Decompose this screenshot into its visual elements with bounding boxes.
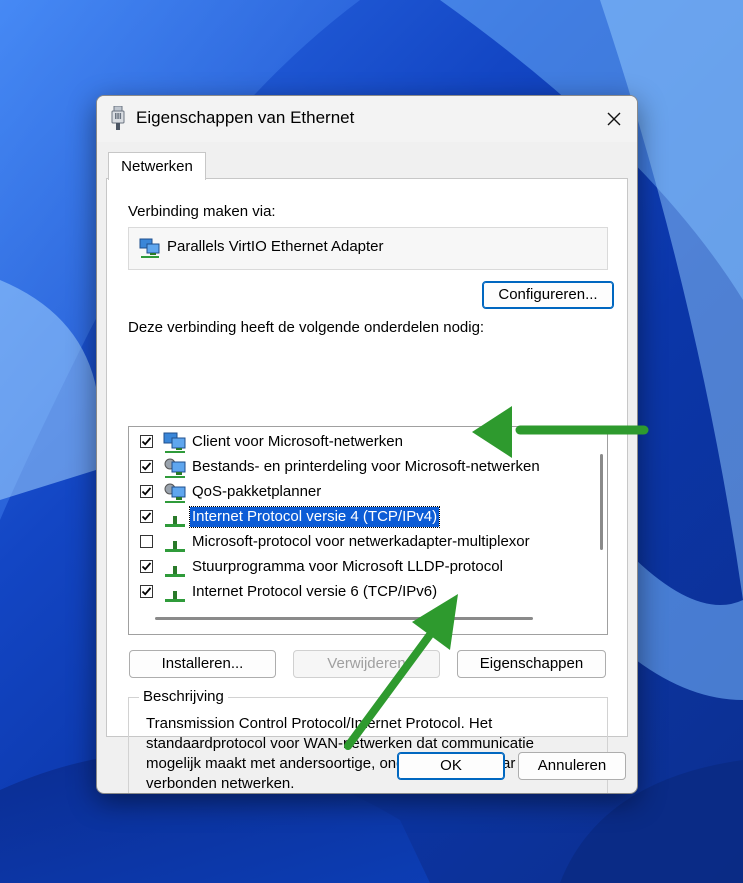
list-item-label: Client voor Microsoft-netwerken bbox=[192, 433, 403, 450]
checkbox[interactable] bbox=[140, 435, 153, 448]
close-icon bbox=[607, 112, 621, 126]
checkbox[interactable] bbox=[140, 510, 153, 523]
protocol-icon bbox=[165, 591, 185, 602]
network-service-icon bbox=[164, 458, 186, 478]
network-service-icon bbox=[164, 483, 186, 503]
list-item-label: Internet Protocol versie 4 (TCP/IPv4) bbox=[188, 506, 441, 528]
ok-button[interactable]: OK bbox=[397, 752, 505, 780]
vertical-scrollbar[interactable] bbox=[600, 454, 603, 550]
checkbox[interactable] bbox=[140, 535, 153, 548]
checkbox[interactable] bbox=[140, 560, 153, 573]
networking-panel: Verbinding maken via: Parallels VirtIO E… bbox=[106, 178, 628, 793]
install-button[interactable]: Installeren... bbox=[129, 650, 276, 678]
cancel-button[interactable]: Annuleren bbox=[518, 752, 626, 780]
list-item[interactable]: Bestands- en printerdeling voor Microsof… bbox=[129, 455, 589, 480]
list-item[interactable]: Client voor Microsoft-netwerken bbox=[129, 430, 589, 455]
components-list[interactable]: Client voor Microsoft-netwerken Bestands… bbox=[128, 426, 608, 635]
checkbox[interactable] bbox=[140, 585, 153, 598]
checkbox[interactable] bbox=[140, 485, 153, 498]
ethernet-properties-dialog: Eigenschappen van Ethernet Netwerken Ver… bbox=[96, 95, 638, 794]
list-item[interactable]: QoS-pakketplanner bbox=[129, 480, 589, 505]
connect-via-label: Verbinding maken via: bbox=[128, 203, 276, 220]
checkmark-icon bbox=[141, 562, 152, 571]
tab-netwerken[interactable]: Netwerken bbox=[108, 152, 206, 180]
checkmark-icon bbox=[141, 512, 152, 521]
list-item[interactable]: Microsoft-protocol voor netwerkadapter-m… bbox=[129, 530, 589, 555]
protocol-icon bbox=[165, 541, 185, 552]
network-adapter-icon bbox=[139, 238, 160, 258]
close-button[interactable] bbox=[591, 96, 637, 142]
title-bar: Eigenschappen van Ethernet bbox=[97, 96, 637, 142]
checkmark-icon bbox=[141, 487, 152, 496]
list-item-label: Microsoft-protocol voor netwerkadapter-m… bbox=[192, 533, 530, 550]
ethernet-plug-icon bbox=[111, 106, 125, 130]
list-item-label: QoS-pakketplanner bbox=[192, 483, 322, 500]
list-item[interactable]: Internet Protocol versie 6 (TCP/IPv6) bbox=[129, 580, 589, 605]
checkmark-icon bbox=[141, 462, 152, 471]
description-legend: Beschrijving bbox=[139, 688, 228, 705]
list-item-label: Bestands- en printerdeling voor Microsof… bbox=[192, 458, 540, 475]
protocol-icon bbox=[165, 566, 185, 577]
checkbox[interactable] bbox=[140, 460, 153, 473]
configure-button[interactable]: Configureren... bbox=[482, 281, 614, 309]
list-item-label: Stuurprogramma voor Microsoft LLDP-proto… bbox=[192, 558, 503, 575]
properties-button[interactable]: Eigenschappen bbox=[457, 650, 606, 678]
protocol-icon bbox=[165, 516, 185, 527]
list-item[interactable]: Stuurprogramma voor Microsoft LLDP-proto… bbox=[129, 555, 589, 580]
list-item-selected[interactable]: Internet Protocol versie 4 (TCP/IPv4) bbox=[129, 505, 589, 530]
checkmark-icon bbox=[141, 437, 152, 446]
checkmark-icon bbox=[141, 587, 152, 596]
adapter-display: Parallels VirtIO Ethernet Adapter bbox=[128, 227, 608, 270]
adapter-name: Parallels VirtIO Ethernet Adapter bbox=[167, 238, 384, 255]
components-label: Deze verbinding heeft de volgende onderd… bbox=[128, 319, 485, 336]
list-item-label: Internet Protocol versie 6 (TCP/IPv6) bbox=[192, 583, 438, 600]
network-client-icon bbox=[163, 432, 186, 453]
remove-button[interactable]: Verwijderen bbox=[293, 650, 440, 678]
dialog-title: Eigenschappen van Ethernet bbox=[136, 108, 355, 127]
horizontal-scrollbar[interactable] bbox=[155, 617, 533, 620]
